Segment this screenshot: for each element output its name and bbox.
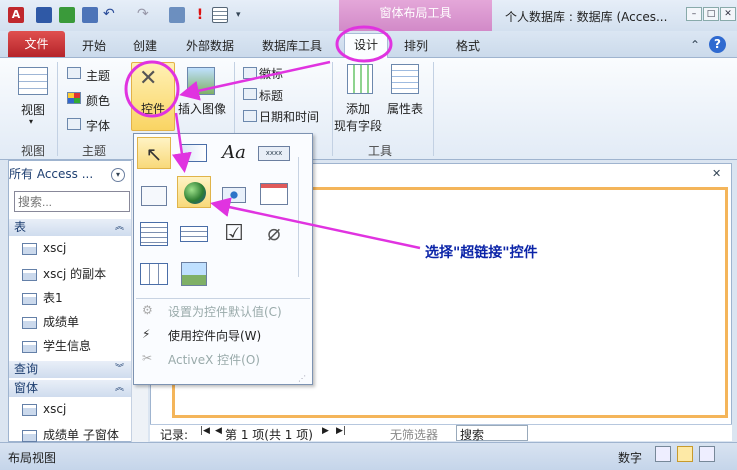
annotation-callout: 选择"超链接"控件 (425, 245, 538, 261)
design-tab-circle (335, 25, 393, 63)
annotation-overlay (124, 25, 421, 250)
arrow-design-to-controls (179, 60, 331, 101)
controls-circle (124, 60, 180, 118)
arrow-controls-to-gallery (171, 112, 192, 173)
arrow-callout-to-hyperlink (210, 197, 421, 250)
